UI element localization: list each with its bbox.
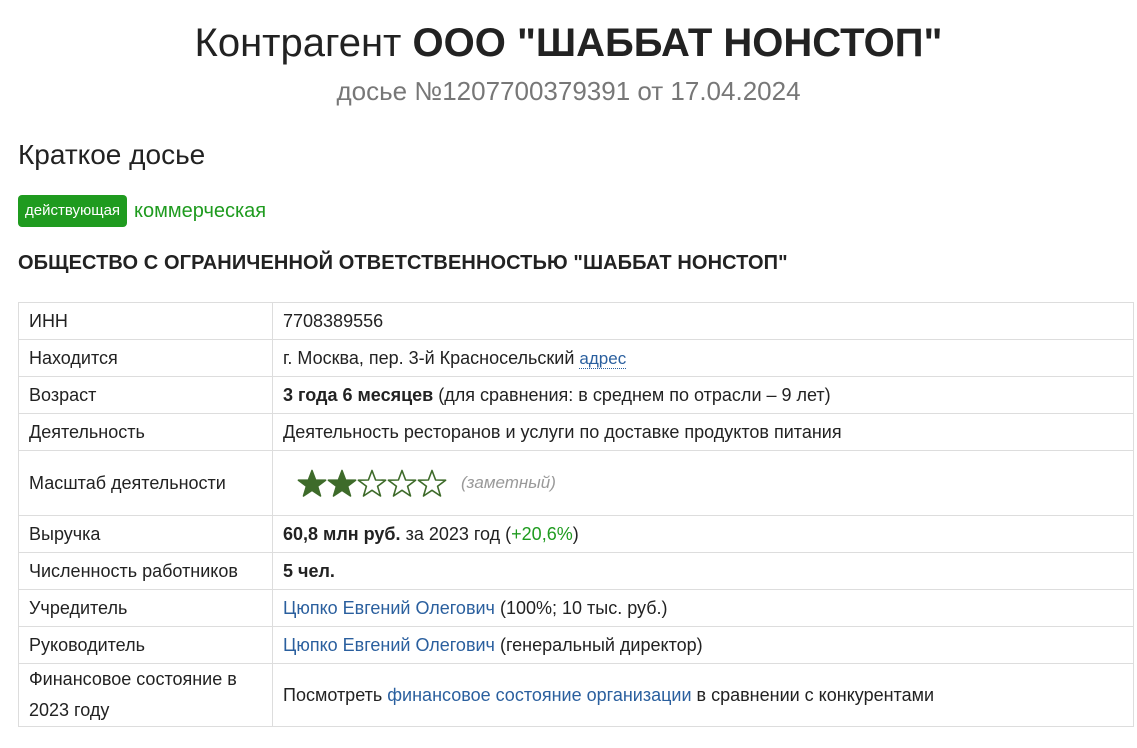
company-full-name: ОБЩЕСТВО С ОГРАНИЧЕННОЙ ОТВЕТСТВЕННОСТЬЮ… — [18, 252, 788, 274]
address-link[interactable]: адрес — [579, 348, 627, 369]
revenue-change: +20,6% — [511, 523, 573, 544]
founder-link[interactable]: Цюпко Евгений Олегович — [283, 598, 495, 618]
table-row: Финансовое состояние в 2023 году Посмотр… — [18, 663, 1134, 727]
table-row: Деятельность Деятельность ресторанов и у… — [18, 413, 1134, 451]
finance-pre: Посмотреть — [283, 684, 383, 705]
table-row: Учредитель Цюпко Евгений Олегович (100%;… — [18, 589, 1134, 627]
row-value-revenue: 60,8 млн руб. за 2023 год (+20,6%) — [272, 515, 1134, 553]
finance-post: в сравнении с конкурентами — [696, 684, 935, 705]
revenue-close: ) — [572, 523, 579, 544]
title-prefix: Контрагент — [194, 21, 402, 65]
row-label-activity: Деятельность — [18, 413, 273, 451]
age-comparison: (для сравнения: в среднем по отрасли – 9… — [438, 384, 831, 405]
table-row: Выручка 60,8 млн руб. за 2023 год (+20,6… — [18, 515, 1134, 553]
director-link[interactable]: Цюпко Евгений Олегович — [283, 635, 495, 655]
table-row: Масштаб деятельности (заметный) — [18, 450, 1134, 516]
finance-link[interactable]: финансовое состояние организации — [387, 685, 691, 705]
row-label-revenue: Выручка — [18, 515, 273, 553]
row-value-employees: 5 чел. — [272, 552, 1134, 590]
row-label-age: Возраст — [18, 376, 273, 414]
company-name: ООО "ШАББАТ НОНСТОП" — [412, 21, 943, 65]
table-row: Возраст 3 года 6 месяцев (для сравнения:… — [18, 376, 1134, 414]
row-value-location: г. Москва, пер. 3-й Красносельский адрес — [272, 339, 1134, 377]
dossier-subtitle: досье №1207700379391 от 17.04.2024 — [336, 76, 801, 106]
type-badge: коммерческая — [134, 200, 267, 222]
founder-share: (100%; 10 тыс. руб.) — [499, 597, 668, 618]
table-row: Численность работников 5 чел. — [18, 552, 1134, 590]
star-empty-icon — [387, 469, 417, 497]
row-label-director: Руководитель — [18, 626, 273, 664]
table-row: ИНН 7708389556 — [18, 302, 1134, 340]
page-title: Контрагент ООО "ШАББАТ НОНСТОП" — [0, 0, 1137, 68]
row-value-finance: Посмотреть финансовое состояние организа… — [272, 663, 1134, 727]
employees-value: 5 чел. — [283, 560, 335, 581]
revenue-value: 60,8 млн руб. — [283, 523, 401, 544]
scale-note: (заметный) — [461, 473, 556, 492]
status-badge: действующая — [18, 195, 128, 227]
age-value: 3 года 6 месяцев — [283, 384, 434, 405]
row-label-scale: Масштаб деятельности — [18, 450, 273, 516]
row-label-inn: ИНН — [18, 302, 273, 340]
section-heading: Краткое досье — [18, 139, 206, 170]
dossier-table: ИНН 7708389556 Находится г. Москва, пер.… — [18, 302, 1134, 727]
star-filled-icon — [327, 469, 357, 497]
table-row: Руководитель Цюпко Евгений Олегович (ген… — [18, 626, 1134, 664]
row-value-scale: (заметный) — [272, 450, 1134, 516]
revenue-period: за 2023 год ( — [405, 523, 512, 544]
row-value-activity: Деятельность ресторанов и услуги по дост… — [272, 413, 1134, 451]
page-header: Контрагент ООО "ШАББАТ НОНСТОП" досье №1… — [0, 0, 1137, 108]
row-label-employees: Численность работников — [18, 552, 273, 590]
row-label-founder: Учредитель — [18, 589, 273, 627]
star-empty-icon — [357, 469, 387, 497]
row-value-director: Цюпко Евгений Олегович (генеральный дире… — [272, 626, 1134, 664]
row-value-founder: Цюпко Евгений Олегович (100%; 10 тыс. ру… — [272, 589, 1134, 627]
star-empty-icon — [417, 469, 447, 497]
star-filled-icon — [297, 469, 327, 497]
location-text: г. Москва, пер. 3-й Красносельский — [283, 347, 575, 368]
row-label-location: Находится — [18, 339, 273, 377]
row-label-finance: Финансовое состояние в 2023 году — [18, 663, 273, 727]
row-value-inn: 7708389556 — [272, 302, 1134, 340]
scale-rating — [297, 469, 447, 498]
row-value-age: 3 года 6 месяцев (для сравнения: в средн… — [272, 376, 1134, 414]
director-role: (генеральный директор) — [499, 634, 703, 655]
table-row: Находится г. Москва, пер. 3-й Красносель… — [18, 339, 1134, 377]
status-badges: действующая коммерческая — [18, 195, 266, 227]
